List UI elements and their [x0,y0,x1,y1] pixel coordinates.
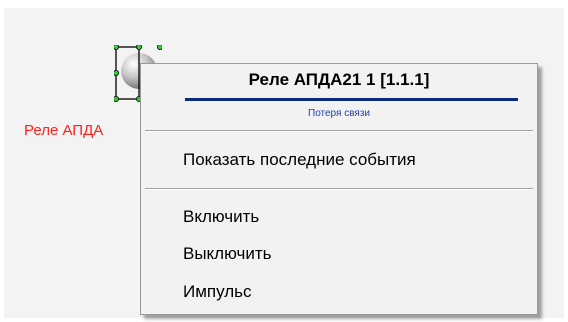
title-underline [185,98,518,101]
menu-item-show-last-events[interactable]: Показать последние события [183,150,416,170]
menu-item-turn-on[interactable]: Включить [183,207,259,227]
device-label: Реле АПДА [24,122,104,139]
menu-separator [145,188,533,190]
menu-separator [145,130,533,132]
menu-title: Реле АПДА21 1 [1.1.1] [248,70,430,89]
context-menu: Реле АПДА21 1 [1.1.1] Потеря связи Показ… [140,63,538,315]
menu-item-impulse[interactable]: Импульс [183,282,252,302]
menu-item-turn-off[interactable]: Выключить [183,244,271,264]
status-label: Потеря связи [308,108,370,119]
